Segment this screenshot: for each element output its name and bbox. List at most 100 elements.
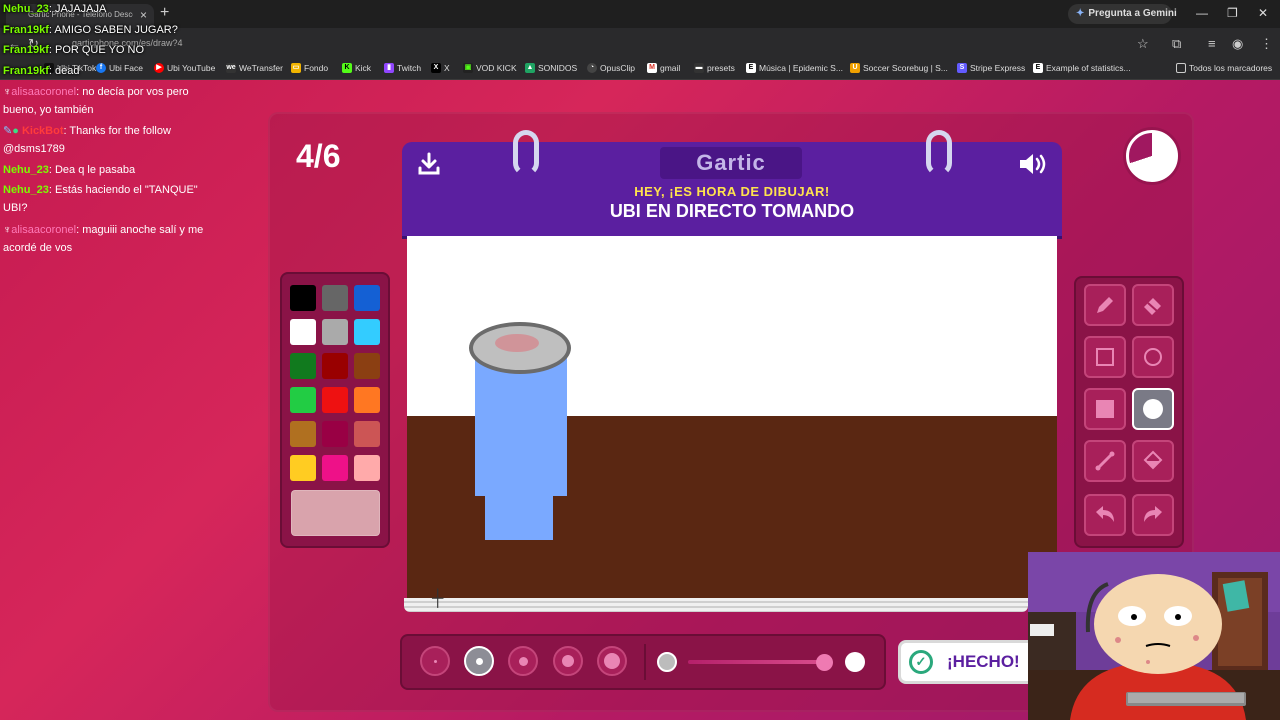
color-swatch[interactable] — [290, 353, 316, 379]
brush-size-dot — [518, 656, 528, 666]
bookmark-soccer-scorebug[interactable]: U Soccer Scorebug | S... — [850, 63, 948, 73]
bookmark-x[interactable]: XX — [431, 63, 450, 73]
maximize-icon[interactable]: ❐ — [1227, 6, 1238, 20]
chat-text: Estás haciendo el "TANQUE" — [54, 184, 198, 196]
tool-rectangle-filled[interactable] — [1084, 388, 1126, 430]
tool-undo[interactable] — [1084, 494, 1126, 536]
tool-circle-outline[interactable] — [1132, 336, 1174, 378]
tool-redo[interactable] — [1132, 494, 1174, 536]
tool-fill-bucket[interactable] — [1132, 440, 1174, 482]
bookmark-sonidos[interactable]: ▲ SONIDOS — [525, 63, 577, 73]
verified-badge-icon: ● — [12, 125, 19, 137]
chat-username: Nehu_23 — [3, 184, 49, 196]
color-swatch[interactable] — [322, 353, 348, 379]
brush-size-5[interactable] — [597, 646, 627, 676]
color-swatch[interactable] — [354, 421, 380, 447]
bookmark-label: X — [444, 63, 450, 73]
color-swatch[interactable] — [354, 353, 380, 379]
brush-size-1[interactable] — [420, 646, 450, 676]
brush-size-2[interactable] — [464, 646, 494, 676]
brush-size-4[interactable] — [553, 646, 583, 676]
menu-icon[interactable]: ⋮ — [1260, 36, 1273, 52]
color-swatch[interactable] — [290, 421, 316, 447]
opacity-slider[interactable] — [688, 660, 824, 664]
all-bookmarks[interactable]: Todos los marcadores — [1176, 63, 1272, 73]
undo-icon — [1096, 506, 1114, 522]
gemini-button[interactable]: ✦ Pregunta a Gemini — [1068, 4, 1177, 24]
media-icon[interactable]: ≡ — [1208, 36, 1216, 51]
download-icon[interactable] — [418, 152, 440, 176]
bookmark-statistics[interactable]: E Example of statistics... — [1033, 63, 1131, 73]
bookmark-label: WeTransfer — [239, 63, 283, 73]
pencil-icon — [1097, 297, 1113, 313]
color-swatch[interactable] — [322, 421, 348, 447]
bookmark-ubi-youtube[interactable]: ▶ Ubi YouTube — [154, 63, 215, 73]
drawn-glass-base — [485, 494, 553, 540]
chat-text: JAJAJAJA — [54, 3, 107, 15]
bookmark-fondo[interactable]: ▭ Fondo — [291, 63, 328, 73]
bookmark-label: Twitch — [397, 63, 422, 73]
tool-rectangle-outline[interactable] — [1084, 336, 1126, 378]
color-swatch[interactable] — [290, 319, 316, 345]
tab-close-icon[interactable]: × — [140, 8, 147, 22]
chat-message: Nehu_23: JAJAJAJA — [3, 3, 107, 15]
bookmark-label: presets — [707, 63, 735, 73]
gartic-logo: Gartic — [660, 147, 802, 179]
bookmark-opusclip[interactable]: ◔ OpusClip — [587, 63, 635, 73]
tool-pencil[interactable] — [1084, 284, 1126, 326]
chat-username: alisaacoronel — [11, 86, 77, 98]
color-swatch[interactable] — [354, 455, 380, 481]
color-swatch[interactable] — [290, 387, 316, 413]
close-window-icon[interactable]: ✕ — [1258, 6, 1268, 20]
color-swatch[interactable] — [290, 285, 316, 311]
drawing-canvas[interactable] — [407, 236, 1057, 598]
bookmark-vod-kick[interactable]: ▣ VOD KICK — [463, 63, 517, 73]
eraser-icon — [1144, 298, 1161, 315]
chat-message: Fran19kf: dead — [3, 65, 80, 77]
color-swatch[interactable] — [354, 387, 380, 413]
bookmark-gmail[interactable]: Mgmail — [647, 63, 680, 73]
bookmark-presets[interactable]: ▬ presets — [694, 63, 735, 73]
chat-text: dead — [54, 65, 80, 77]
bookmark-ubi-face[interactable]: f Ubi Face — [96, 63, 143, 73]
chat-text: Dea q le pasaba — [54, 164, 136, 176]
color-swatch[interactable] — [354, 285, 380, 311]
minimize-icon[interactable]: — — [1196, 6, 1208, 20]
tool-eraser[interactable] — [1132, 284, 1174, 326]
binder-ring-left — [513, 130, 539, 176]
bookmark-star-icon[interactable]: ☆ — [1137, 36, 1149, 52]
tool-circle-filled[interactable] — [1132, 388, 1174, 430]
color-swatch[interactable] — [322, 387, 348, 413]
brush-size-3[interactable] — [508, 646, 538, 676]
profile-icon[interactable]: ◉ — [1232, 36, 1243, 52]
sound-icon[interactable] — [1018, 152, 1048, 176]
opacity-min-icon — [657, 652, 677, 672]
bot-badge-icon: ✎ — [3, 125, 13, 137]
color-swatch[interactable] — [354, 319, 380, 345]
color-swatch[interactable] — [322, 455, 348, 481]
bookmark-wetransfer[interactable]: we WeTransfer — [226, 63, 283, 73]
color-swatch[interactable] — [322, 285, 348, 311]
bookmark-musica[interactable]: E Música | Epidemic S... — [746, 63, 843, 73]
brush-size-dot — [475, 657, 483, 665]
bookmark-stripe-express[interactable]: S Stripe Express — [957, 63, 1025, 73]
new-tab-button[interactable]: + — [160, 4, 169, 22]
opacity-slider-handle[interactable] — [816, 654, 833, 671]
extensions-icon[interactable]: ⧉ — [1172, 36, 1181, 52]
round-counter: 4/6 — [296, 138, 341, 174]
bookmark-twitch[interactable]: ▮ Twitch — [384, 63, 421, 73]
current-color-swatch — [291, 490, 380, 536]
done-button[interactable]: ✓ ¡HECHO! — [898, 640, 1038, 684]
tool-line[interactable] — [1084, 440, 1126, 482]
gemini-icon: ✦ — [1076, 8, 1085, 19]
chat-username: Fran19kf — [3, 65, 49, 77]
chat-message: Nehu_23: Dea q le pasaba — [3, 164, 136, 176]
color-swatch[interactable] — [290, 455, 316, 481]
rectangle-filled-icon — [1096, 400, 1114, 418]
chat-text: UBI? — [3, 202, 28, 214]
kick-badge-icon: ♆ — [3, 86, 12, 98]
bookmark-kick[interactable]: K Kick — [342, 63, 371, 73]
chat-text: acordé de vos — [3, 242, 73, 254]
color-swatch[interactable] — [322, 319, 348, 345]
bookmark-label: Soccer Scorebug | S... — [863, 63, 948, 73]
